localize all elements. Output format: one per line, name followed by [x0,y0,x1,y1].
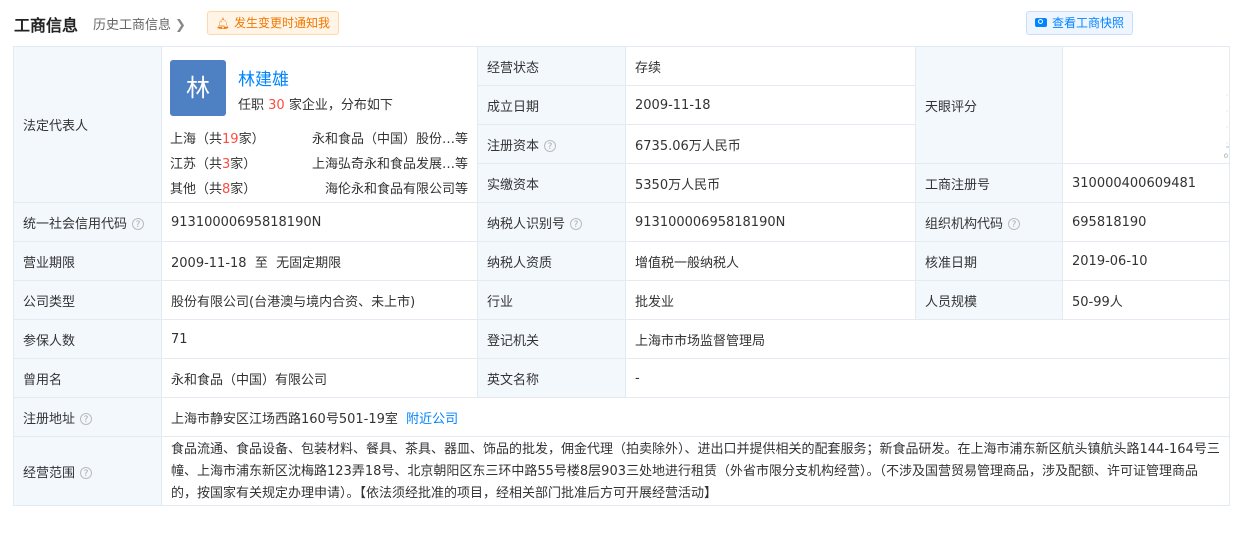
notify-button-label: 发生变更时通知我 [233,16,330,30]
address-value: 上海市静安区江场西路160号501-19室 附近公司 [161,397,1230,437]
help-icon[interactable]: ? [570,218,583,230]
taxpayer-id-label-text: 纳税人识别号 [487,216,566,232]
paid-capital-value: 5350万人民币 [625,163,916,203]
taxpayer-id-value: 91310000695818190N [625,202,916,242]
score-tick-label: 0 [1224,152,1228,160]
help-icon[interactable]: ? [132,218,145,230]
business-info-table: 法定代表人 林 林建雄 任职 30 家企业，分布如下 上海（共19家） 永和食品… [13,46,1230,506]
reg-no-value: 310000400609481 [1062,163,1230,203]
history-link-label: 历史工商信息 [93,18,172,33]
org-code-value: 695818190 [1062,202,1230,242]
industry-value: 批发业 [625,280,916,320]
legal-rep-holdings: 任职 30 家企业，分布如下 [238,94,393,113]
region-count[interactable]: 江苏（共3家） [170,153,256,172]
scope-label-text: 经营范围 [23,465,76,481]
score-cell[interactable]: 评分85 013155085679799100 [1062,46,1230,164]
reg-capital-label-text: 注册资本 [487,138,540,154]
region-suffix: 家） [238,132,265,147]
company-type-value: 股份有限公司(台港澳与境内合资、未上市) [161,280,478,320]
section-title: 工商信息 [14,16,79,35]
former-name-label: 曾用名 [13,358,162,398]
score-curve [1225,146,1229,148]
paid-capital-label: 实缴资本 [477,163,626,203]
legal-rep-label: 法定代表人 [13,46,162,203]
english-name-label: 英文名称 [477,358,626,398]
region-count[interactable]: 其他（共8家） [170,178,256,197]
region-prefix: 江苏（共 [170,157,223,172]
credit-code-label-text: 统一社会信用代码 [23,216,128,232]
help-icon[interactable]: ? [80,467,93,479]
region-suffix: 家） [230,157,257,172]
section-header: 工商信息 历史工商信息 ❯ 🔔︎ 发生变更时通知我 查看工商快照 [0,0,1240,45]
insured-label: 参保人数 [13,319,162,359]
credit-code-value: 91310000695818190N [161,202,478,242]
industry-label: 行业 [477,280,626,320]
score-ticks: 013155085679799100 [1224,152,1228,160]
company-type-label: 公司类型 [13,280,162,320]
history-link[interactable]: 历史工商信息 ❯ [93,14,186,33]
scope-value: 食品流通、食品设备、包装材料、餐具、茶具、器皿、饰品的批发，佣金代理（拍卖除外）… [161,436,1230,506]
reg-no-label: 工商注册号 [915,163,1063,203]
status-label: 经营状态 [477,46,626,86]
reg-capital-value: 6735.06万人民币 [625,124,916,164]
help-icon[interactable]: ? [1008,218,1021,230]
address-label-text: 注册地址 [23,411,76,427]
staff-size-label: 人员规模 [915,280,1063,320]
region-company[interactable]: 上海弘奇永和食品发展…等 [312,153,468,172]
scope-label: 经营范围? [13,436,162,506]
address-text: 上海市静安区江场西路160号501-19室 [171,411,398,427]
legal-rep-name[interactable]: 林建雄 [238,65,289,90]
term-label: 营业期限 [13,241,162,281]
region-company[interactable]: 海伦永和食品有限公司等 [325,178,468,197]
notify-button[interactable]: 🔔︎ 发生变更时通知我 [207,11,339,35]
help-icon[interactable]: ? [80,413,93,425]
help-icon[interactable]: ? [544,140,557,152]
staff-size-value: 50-99人 [1062,280,1230,320]
reg-capital-label: 注册资本? [477,124,626,164]
holdings-count[interactable]: 30 [268,98,285,113]
term-value: 2009-11-18 至 无固定期限 [161,241,478,281]
approve-date-label: 核准日期 [915,241,1063,281]
region-suffix: 家） [230,182,257,197]
taxpayer-id-label: 纳税人识别号? [477,202,626,242]
status-value: 存续 [625,46,916,86]
approve-date-value: 2019-06-10 [1062,241,1230,281]
founded-label: 成立日期 [477,85,626,125]
taxpayer-qual-label: 纳税人资质 [477,241,626,281]
region-prefix: 其他（共 [170,182,223,197]
bell-icon: 🔔︎ [216,17,230,30]
snapshot-button-label: 查看工商快照 [1051,16,1124,30]
avatar[interactable]: 林 [170,60,226,116]
score-distribution-chart: 013155085679799100 [1224,94,1229,160]
former-name-value: 永和食品（中国）有限公司 [161,358,478,398]
english-name-value: - [625,358,1230,398]
region-count[interactable]: 上海（共19家） [170,128,265,147]
score-grid [1226,94,1229,144]
holdings-prefix: 任职 [238,98,265,113]
org-code-label-text: 组织机构代码 [925,216,1004,232]
insured-value: 71 [161,319,478,359]
credit-code-label: 统一社会信用代码? [13,202,162,242]
holdings-suffix: 家企业，分布如下 [288,98,393,113]
taxpayer-qual-value: 增值税一般纳税人 [625,241,916,281]
legal-rep-cell: 林 林建雄 任职 30 家企业，分布如下 上海（共19家） 永和食品（中国）股份… [161,46,478,203]
chevron-right-icon: ❯ [175,18,186,33]
founded-value: 2009-11-18 [625,85,916,125]
region-prefix: 上海（共 [170,132,223,147]
authority-value: 上海市市场监督管理局 [625,319,1230,359]
snapshot-button[interactable]: 查看工商快照 [1025,11,1133,35]
address-label: 注册地址? [13,397,162,437]
nearby-companies-link[interactable]: 附近公司 [406,412,458,427]
region-company[interactable]: 永和食品（中国）股份…等 [312,128,468,147]
region-number: 19 [222,132,239,147]
tianyan-score-label: 天眼评分 [915,46,1063,164]
camera-icon [1034,18,1047,27]
org-code-label: 组织机构代码? [915,202,1063,242]
authority-label: 登记机关 [477,319,626,359]
